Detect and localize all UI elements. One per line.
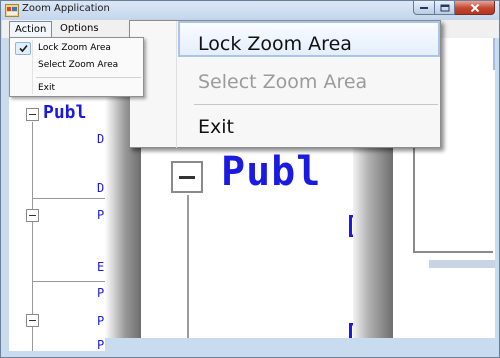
tree-line [187,195,189,351]
code-fragment: P [97,286,105,300]
tree-line [33,281,105,282]
code-fragment: D [97,181,105,195]
app-window-icon [5,4,19,17]
application-window: Zoom Application Action Options Publ D D… [0,0,500,358]
code-fragment: E [97,260,105,274]
menu-item-label: Exit [38,83,56,93]
collapse-toggle-icon[interactable] [26,314,39,327]
menu-options[interactable]: Options [55,21,104,37]
menu-separator [194,104,438,105]
menu-gutter [176,21,177,148]
menu-item-exit[interactable]: Exit [12,80,141,97]
code-fragment: P [97,314,105,328]
code-fragment: D [97,132,105,146]
menu-item-lock-zoom-area[interactable]: Lock Zoom Area [12,40,141,57]
menu-item-label: Lock Zoom Area [38,43,111,53]
window-title: Zoom Application [22,3,110,14]
minimize-button[interactable] [413,1,435,15]
maximize-button[interactable] [435,1,455,15]
maximize-icon [440,4,449,11]
tree-line [33,198,105,199]
menu-item-label: Select Zoom Area [38,60,119,70]
close-icon [470,3,479,12]
magnified-scroll-strip [429,260,495,268]
collapse-toggle-icon[interactable] [26,209,39,222]
magnified-menu: Lock Zoom Area Select Zoom Area Exit [129,20,441,148]
action-menu-dropdown: Lock Zoom Area Select Zoom Area Exit [9,37,144,97]
menu-action[interactable]: Action [9,21,53,37]
menu-item-select-zoom-area[interactable]: Select Zoom Area [12,57,141,74]
magnified-menu-item-select: Select Zoom Area [198,71,368,93]
magnified-menu-item-lock: Lock Zoom Area [198,33,352,55]
menu-separator [36,77,141,78]
magnified-code-text: Publ [221,149,322,195]
minimize-icon [420,6,428,9]
close-button[interactable] [455,1,495,15]
title-bar[interactable]: Zoom Application [1,1,499,20]
tree-node-text: Publ [43,102,87,123]
checkmark-icon [15,42,31,55]
collapse-toggle-icon[interactable] [26,108,39,121]
magnified-menu-item-exit: Exit [198,116,234,138]
code-fragment: P [97,208,105,222]
code-fragment: P [97,338,105,351]
bottom-border [105,338,495,351]
collapse-toggle-icon [171,161,203,193]
